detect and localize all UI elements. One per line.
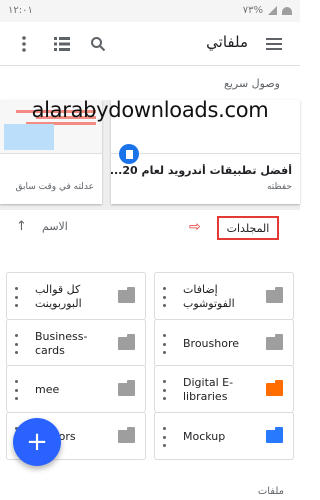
folder-icon <box>118 287 135 303</box>
folder-item[interactable]: Broushore <box>154 319 294 367</box>
folder-name: Broushore <box>183 337 240 350</box>
card-subtitle: حفظته <box>266 182 292 192</box>
folder-name: إضافات الفوتوشوب <box>183 283 235 310</box>
status-icons: ٧٣% <box>243 5 292 16</box>
card-title: أفضل تطبيقات أندرويد لعام 20... <box>109 164 292 177</box>
folder-item[interactable]: Mockup <box>154 412 294 460</box>
folder-icon <box>118 427 135 443</box>
folder-more-icon[interactable] <box>163 287 167 307</box>
folder-item[interactable]: كل قوالب البوربوينت <box>6 272 146 320</box>
folder-more-icon[interactable] <box>15 380 19 400</box>
folder-item[interactable]: Digital E-libraries <box>154 365 294 413</box>
search-icon[interactable] <box>86 32 110 56</box>
folder-more-icon[interactable] <box>15 334 19 354</box>
folder-icon <box>266 380 283 396</box>
folder-icon <box>266 427 283 443</box>
folder-name: Digital E-libraries <box>183 376 234 403</box>
annotation-arrow-icon: ⇨ <box>189 219 201 235</box>
card-subtitle: عدلته في وقت سابق <box>15 182 94 192</box>
folder-icon <box>266 334 283 350</box>
folder-more-icon[interactable] <box>163 380 167 400</box>
folder-item[interactable]: Business-cards <box>6 319 146 367</box>
sort-direction-icon[interactable]: ↑ <box>16 219 27 234</box>
folder-name: mee <box>35 383 60 396</box>
battery-level: ٧٣% <box>242 5 263 16</box>
thumbnail-image <box>4 124 54 150</box>
more-options-icon[interactable] <box>12 32 36 56</box>
folder-more-icon[interactable] <box>163 427 167 447</box>
files-section-label: ملفات <box>257 486 284 497</box>
folder-name: كل قوالب البوربوينت <box>35 283 82 310</box>
watermark: alarabydownloads.com <box>31 98 269 122</box>
folder-more-icon[interactable] <box>15 287 19 307</box>
quick-access-label: وصول سريع <box>223 77 280 90</box>
wifi-icon <box>282 6 292 15</box>
quick-access-header: وصول سريع <box>0 66 300 100</box>
list-view-icon[interactable] <box>50 32 74 56</box>
folder-more-icon[interactable] <box>163 334 167 354</box>
signal-icon <box>268 6 277 15</box>
folder-name: Mockup <box>183 430 226 443</box>
app-bar: ملفاتي <box>0 22 300 66</box>
page-title: ملفاتي <box>206 33 248 51</box>
status-bar: ١٢:٠١ ٧٣% <box>0 0 300 22</box>
folder-name: Business-cards <box>35 330 88 357</box>
status-time: ١٢:٠١ <box>8 5 33 16</box>
document-icon <box>119 144 139 164</box>
folder-icon <box>266 287 283 303</box>
shared-folder-icon <box>118 380 135 396</box>
menu-icon[interactable] <box>262 32 286 56</box>
folder-item[interactable]: إضافات الفوتوشوب <box>154 272 294 320</box>
folders-section-label: المجلدات <box>217 216 279 240</box>
sort-bar: المجلدات ⇨ الاسم ↑ <box>0 210 300 244</box>
sort-by-name-button[interactable]: الاسم <box>42 220 68 233</box>
add-button[interactable]: + <box>13 418 61 466</box>
folder-icon <box>118 334 135 350</box>
folder-item[interactable]: mee <box>6 365 146 413</box>
